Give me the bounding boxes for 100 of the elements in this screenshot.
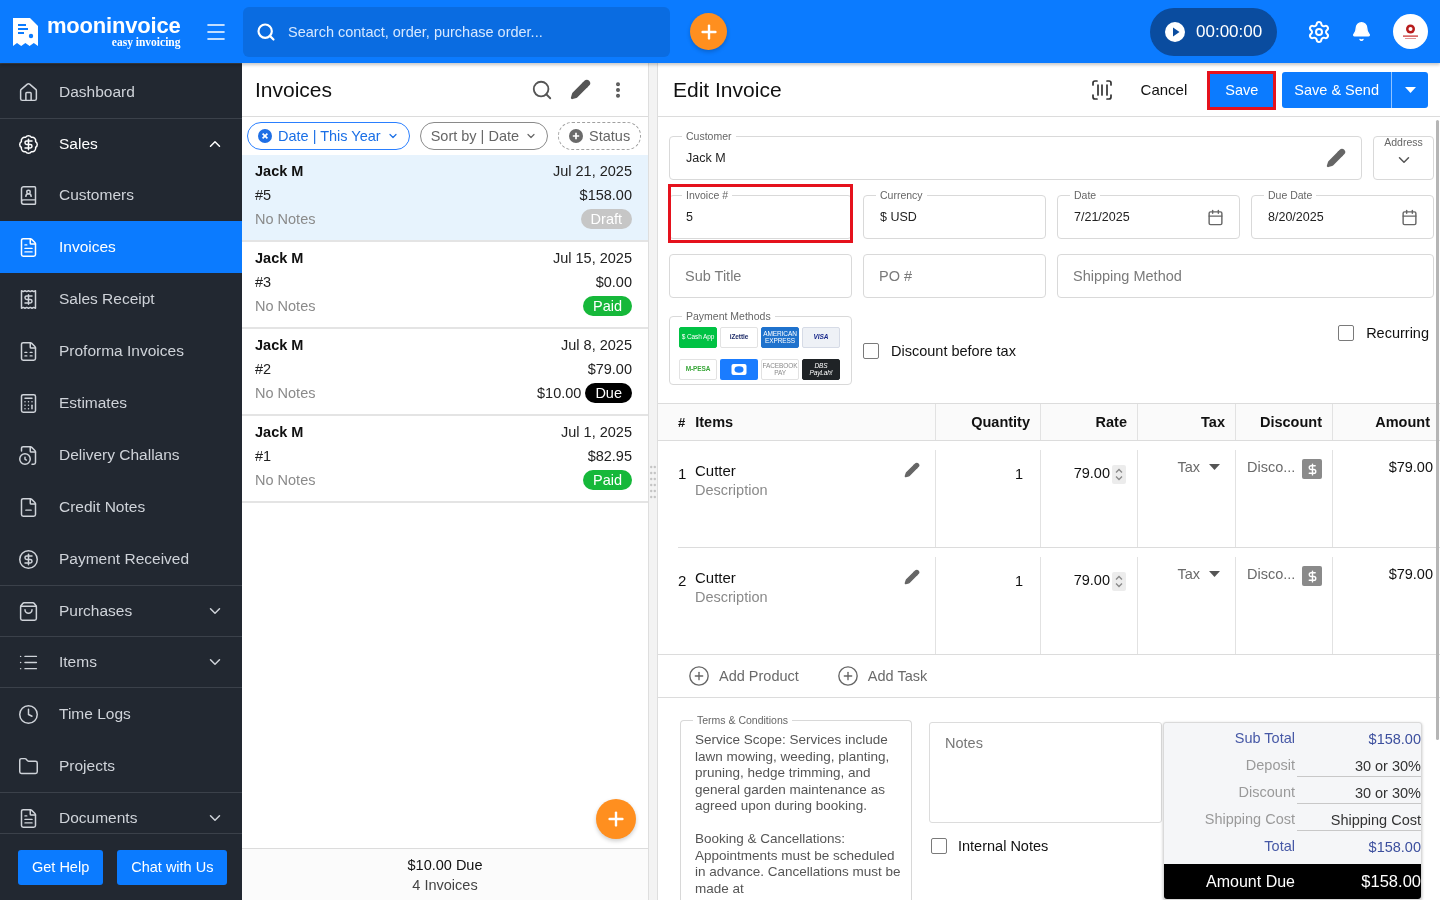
checkbox-label[interactable]: Discount before tax [891, 342, 1016, 359]
invoice-number: #3 [255, 274, 272, 290]
field-value: 7/21/2025 [1074, 210, 1131, 224]
total-field[interactable]: Shipping Cost [1297, 806, 1421, 831]
checkbox-label[interactable]: Recurring [1366, 325, 1429, 341]
description-field[interactable]: Description [695, 589, 865, 605]
grip-icon[interactable] [650, 464, 656, 499]
close-circle-icon[interactable] [258, 129, 272, 143]
add-button[interactable] [690, 13, 727, 50]
checkbox[interactable] [1338, 325, 1355, 341]
sidebar-item[interactable]: Proforma Invoices [0, 325, 242, 377]
rate-cell[interactable]: 79.00 [1073, 465, 1110, 481]
status-badge: Due [585, 383, 632, 403]
receipt-logo-icon [12, 16, 39, 47]
save-send-button[interactable]: Save & Send [1282, 71, 1391, 108]
plus-circle-icon [836, 665, 859, 687]
column-header: Quantity [971, 414, 1030, 430]
cancel-button[interactable]: Cancel [1140, 81, 1188, 98]
discount-field[interactable]: Disco... [1247, 566, 1299, 582]
search-icon[interactable] [531, 78, 553, 101]
row-number: 1 [678, 465, 688, 482]
total-field[interactable]: 30 or 30% [1297, 752, 1421, 777]
rate-cell[interactable]: 79.00 [1073, 572, 1110, 588]
barcode-scan-icon[interactable] [1089, 77, 1114, 102]
total-value: $158.00 [1367, 837, 1421, 857]
sidebar-item[interactable]: Items [0, 637, 242, 687]
sidebar-item[interactable]: Sales [0, 119, 242, 169]
field-label: Customer [682, 130, 736, 143]
stepper-icon[interactable] [1112, 465, 1126, 484]
sidebar-item[interactable]: Invoices [0, 221, 242, 273]
sidebar-item[interactable]: Credit Notes [0, 481, 242, 533]
clock-icon [18, 703, 39, 725]
notes-field[interactable]: Notes [929, 722, 1162, 823]
tax-dropdown[interactable]: Tax [1177, 566, 1220, 582]
timer-button[interactable]: 00:00:00 [1150, 7, 1277, 56]
pencil-icon[interactable] [904, 462, 920, 478]
amount-due-label: Amount Due [1205, 872, 1295, 891]
field-label: Currency [876, 189, 927, 202]
checkbox[interactable] [931, 838, 947, 854]
dollar-icon[interactable] [1302, 459, 1322, 479]
calendar-icon[interactable] [1207, 208, 1224, 226]
due-amount: $10.00 [537, 385, 582, 401]
checkbox-label[interactable]: Internal Notes [958, 838, 1049, 854]
sidebar-item[interactable]: Payment Received [0, 533, 242, 585]
pencil-icon[interactable] [1326, 148, 1346, 168]
total-label: Deposit [1244, 756, 1295, 773]
add-item-button[interactable]: Add Product [688, 665, 799, 687]
text-field[interactable]: Shipping Method [1057, 254, 1434, 298]
bell-icon[interactable] [1351, 21, 1372, 42]
total-field[interactable]: 30 or 30% [1297, 779, 1421, 804]
dollar-icon[interactable] [1302, 566, 1322, 586]
discount-field[interactable]: Disco... [1247, 459, 1299, 475]
add-button[interactable] [596, 799, 636, 839]
sidebar-item[interactable]: Customers [0, 169, 242, 221]
tax-dropdown[interactable]: Tax [1177, 459, 1220, 475]
resize-handle[interactable] [648, 63, 658, 900]
sidebar-item[interactable]: Documents [0, 793, 242, 833]
filter-chip[interactable]: Date | This Year [247, 122, 410, 150]
caret-down-icon [1209, 571, 1220, 577]
invoice-amount: $158.00 [579, 187, 632, 203]
avatar-icon[interactable] [1393, 14, 1428, 49]
checkbox[interactable] [863, 342, 879, 359]
banknote-icon [720, 359, 758, 380]
terms-text: Service Scope: Services include lawn mowing, weeding, planting, pruning, hedge trimming, and general garden maintenance as agreed upon during booking. [695, 732, 891, 815]
filter-chip[interactable]: Status [558, 122, 642, 150]
panel-title: Edit Invoice [673, 77, 783, 102]
invoice-date: Jul 1, 2025 [561, 424, 632, 440]
item-name: Cutter [695, 462, 737, 479]
invoice-list-item[interactable]: Jack M Jul 21, 2025 #5 $158.00 No Notes Draft [242, 155, 648, 242]
settings-icon[interactable] [1307, 19, 1331, 44]
scrollbar-thumb[interactable] [1436, 120, 1439, 740]
calendar-icon[interactable] [1401, 208, 1418, 226]
sidebar-item[interactable]: Purchases [0, 586, 242, 636]
text-field[interactable]: Sub Title [669, 254, 852, 298]
sidebar-item[interactable]: Dashboard [0, 66, 242, 118]
address-dropdown[interactable]: Address [1373, 136, 1434, 180]
document-icon [18, 236, 39, 258]
dropdown-button[interactable] [1391, 71, 1428, 108]
help-button[interactable]: Get Help [18, 849, 104, 885]
sidebar-item[interactable]: Estimates [0, 377, 242, 429]
customer-name: Jack M [255, 163, 304, 179]
stepper-icon[interactable] [1112, 572, 1126, 591]
pencil-icon[interactable] [570, 79, 591, 100]
sidebar-item[interactable]: Projects [0, 740, 242, 792]
search-field[interactable]: Search contact, order, purchase order... [243, 6, 670, 57]
field-label: Invoice # [682, 189, 733, 202]
invoice-date: Jul 21, 2025 [553, 163, 632, 179]
quantity-cell[interactable]: 1 [1014, 573, 1023, 589]
sidebar-item[interactable]: Time Logs [0, 688, 242, 740]
pencil-icon[interactable] [904, 569, 920, 585]
field-value: 5 [686, 210, 694, 224]
add-item-button[interactable]: Add Task [836, 665, 928, 687]
text-field[interactable]: PO # [863, 254, 1046, 298]
help-button[interactable]: Chat with Us [117, 849, 228, 885]
description-field[interactable]: Description [695, 482, 865, 498]
filter-chip[interactable]: Sort by | Date [419, 122, 549, 150]
sidebar-item[interactable]: Delivery Challans [0, 429, 242, 481]
quantity-cell[interactable]: 1 [1014, 466, 1023, 482]
sidebar-item[interactable]: Sales Receipt [0, 273, 242, 325]
total-label: Total [1263, 837, 1295, 854]
